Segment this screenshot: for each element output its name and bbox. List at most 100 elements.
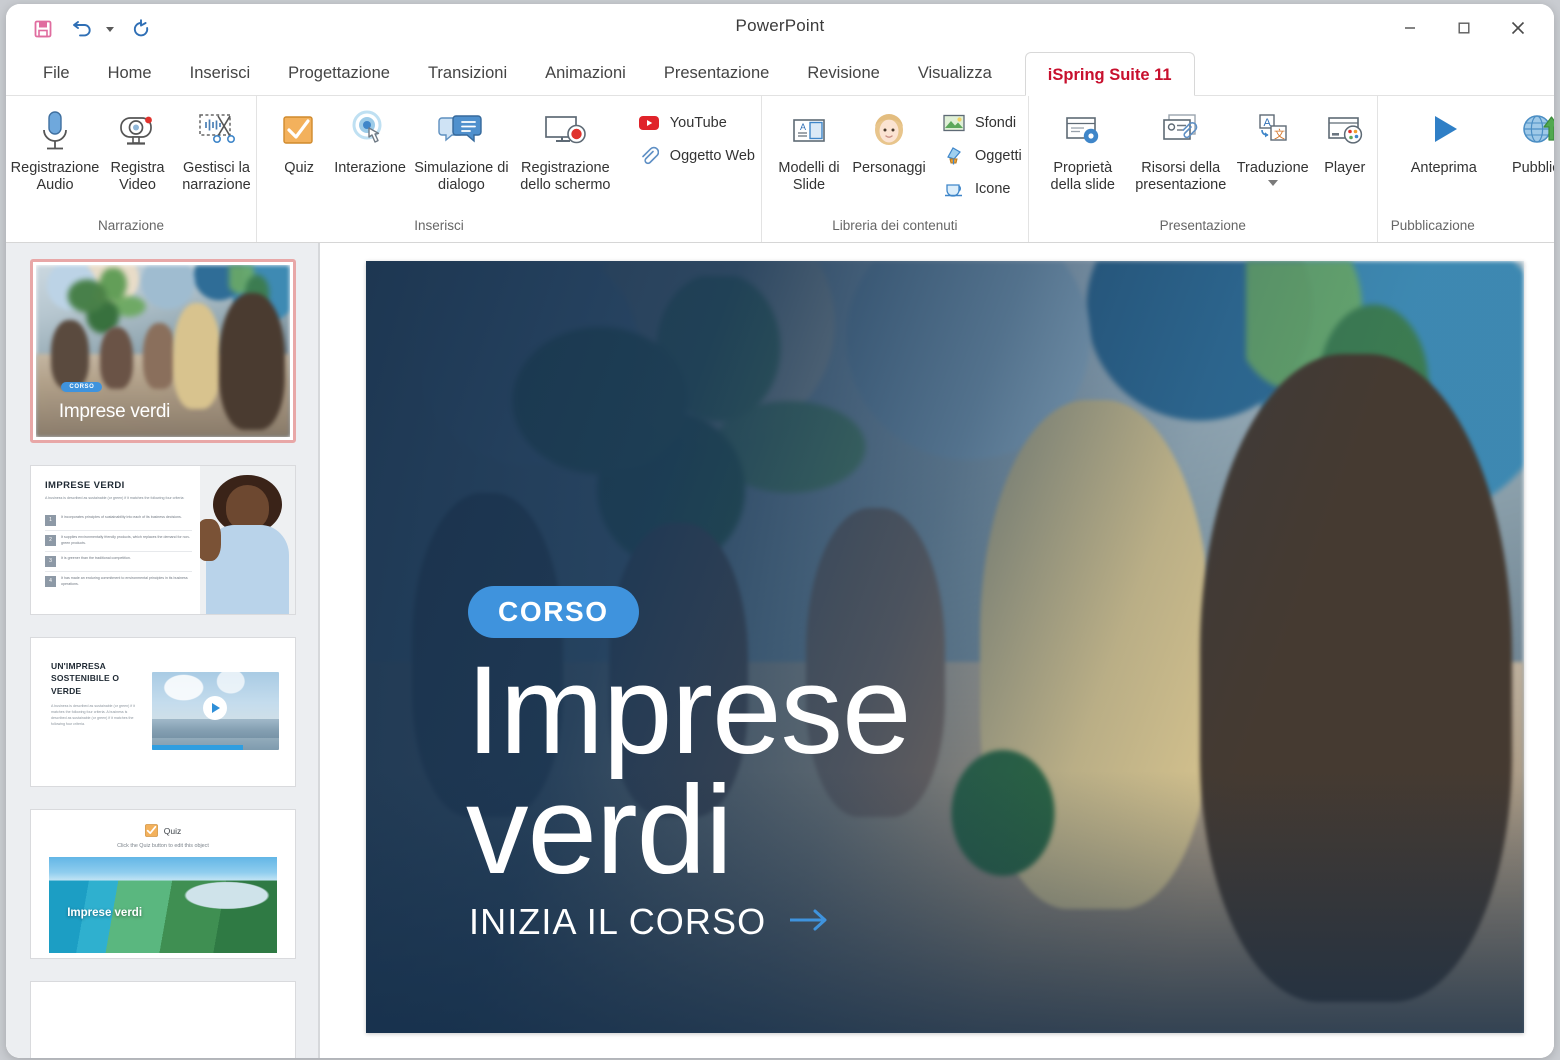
play-icon	[203, 696, 227, 720]
slide-thumbnail-3[interactable]: UN'IMPRESA SOSTENIBILE O VERDE A busines…	[30, 637, 296, 787]
button-oggetto-web[interactable]: Oggetto Web	[637, 145, 761, 167]
webcam-icon	[115, 105, 161, 157]
item-number: 3	[45, 556, 56, 567]
youtube-icon	[637, 112, 661, 134]
tab-ispring-suite-11[interactable]: iSpring Suite 11	[1025, 52, 1195, 96]
slide3-mini-art: UN'IMPRESA SOSTENIBILE O VERDE A busines…	[31, 638, 295, 786]
slide-thumbnail-2[interactable]: IMPRESE VERDI A business is described as…	[30, 465, 296, 615]
svg-text:A: A	[800, 122, 806, 132]
tab-visualizza[interactable]: Visualizza	[899, 51, 1011, 95]
button-label: Traduzione	[1237, 160, 1309, 177]
button-label: Interazione	[334, 160, 406, 177]
powerpoint-window: PowerPoint File Home Inserisci Progettaz…	[6, 4, 1554, 1058]
slide-thumbnail-5[interactable]	[30, 981, 296, 1058]
maximize-icon[interactable]	[1442, 12, 1486, 44]
microphone-icon	[34, 105, 76, 157]
button-oggetti[interactable]: Oggetti	[942, 145, 1028, 167]
slide-thumbnail-pane[interactable]: CORSO Imprese verdi IMPRESE VERDI A busi…	[6, 243, 318, 1058]
button-gestisci-la-narrazione[interactable]: Gestisci la narrazione	[177, 105, 256, 194]
button-pubblica[interactable]: Pubblica	[1492, 105, 1554, 177]
item-text: It is greener than the traditional compe…	[61, 556, 131, 562]
slide2-item-list: 1 It incorporates principles of sustaina…	[45, 511, 192, 592]
list-item: 3 It is greener than the traditional com…	[45, 552, 192, 572]
button-label: Sfondi	[975, 115, 1016, 131]
item-number: 2	[45, 535, 56, 546]
window-controls	[1388, 12, 1540, 44]
button-label: Anteprima	[1411, 160, 1477, 177]
list-item: 4 It has made an enduring commitment to …	[45, 572, 192, 592]
slide3-paragraph: A business is described as sustainable (…	[51, 703, 142, 727]
button-simulazione-di-dialogo[interactable]: Simulazione di dialogo	[411, 105, 512, 194]
group-title: Narrazione	[6, 216, 256, 242]
slide-thumbnail-list: CORSO Imprese verdi IMPRESE VERDI A busi…	[6, 243, 318, 1058]
button-registra-video[interactable]: Registra Video	[98, 105, 177, 194]
button-icone[interactable]: Icone	[942, 178, 1028, 200]
tab-inserisci[interactable]: Inserisci	[171, 51, 270, 95]
button-label: Registrazione Audio	[11, 160, 100, 194]
slide-properties-gear-icon	[1060, 105, 1106, 157]
button-quiz[interactable]: Quiz	[269, 105, 329, 177]
slide-thumbnail-canvas: CORSO Imprese verdi	[36, 265, 290, 437]
slide-title-line1: Imprese	[466, 651, 1277, 771]
button-label: Oggetto Web	[670, 148, 755, 164]
slide2-subtitle: A business is described as sustainable (…	[45, 496, 192, 502]
button-label: Registra Video	[100, 160, 175, 194]
button-label: Proprietà della slide	[1039, 160, 1127, 194]
button-player[interactable]: Player	[1313, 105, 1377, 177]
chevron-down-icon[interactable]	[1268, 180, 1278, 186]
inserisci-small-buttons: YouTube Oggetto Web	[637, 105, 761, 167]
list-item: 1 It incorporates principles of sustaina…	[45, 511, 192, 531]
close-icon[interactable]	[1496, 12, 1540, 44]
button-registrazione-dello-schermo[interactable]: Registrazione dello schermo	[512, 105, 619, 194]
tab-animazioni[interactable]: Animazioni	[526, 51, 645, 95]
ribbon-group-inserisci: Quiz Interazione	[256, 96, 761, 242]
tab-progettazione[interactable]: Progettazione	[269, 51, 409, 95]
slide-thumbnail-4[interactable]: Quiz Click the Quiz button to edit this …	[30, 809, 296, 959]
tab-presentazione[interactable]: Presentazione	[645, 51, 789, 95]
slide-thumbnail-canvas: IMPRESE VERDI A business is described as…	[31, 466, 295, 614]
slide-cta[interactable]: INIZIA IL CORSO	[469, 901, 832, 943]
slide-editor-pane[interactable]: CORSO Imprese verdi INIZIA IL CORSO	[320, 243, 1554, 1058]
slide-template-icon: A	[787, 105, 831, 157]
button-modelli-di-slide[interactable]: A Modelli di Slide	[772, 105, 846, 194]
button-label: Registrazione dello schermo	[514, 160, 617, 194]
translate-icon: A 文	[1250, 105, 1296, 157]
button-label: Quiz	[284, 160, 314, 177]
slide-thumbnail-1[interactable]: CORSO Imprese verdi	[30, 259, 296, 443]
button-traduzione[interactable]: A 文 Traduzione	[1233, 105, 1313, 186]
tab-revisione[interactable]: Revisione	[788, 51, 898, 95]
button-label: Modelli di Slide	[774, 160, 844, 194]
button-youtube[interactable]: YouTube	[637, 112, 761, 134]
button-label: Gestisci la narrazione	[179, 160, 254, 194]
arrow-right-icon	[788, 907, 832, 938]
resources-attachment-icon	[1158, 105, 1204, 157]
globe-upload-icon	[1517, 105, 1554, 157]
minimize-icon[interactable]	[1388, 12, 1432, 44]
button-risorsi-della-presentazione[interactable]: Risorsi della presentazione	[1129, 105, 1233, 194]
tab-home[interactable]: Home	[89, 51, 171, 95]
button-label: Oggetti	[975, 148, 1022, 164]
button-interazione[interactable]: Interazione	[329, 105, 411, 177]
tab-transizioni[interactable]: Transizioni	[409, 51, 526, 95]
slide-badge-corso: CORSO	[468, 586, 639, 638]
button-label: Risorsi della presentazione	[1131, 160, 1231, 194]
button-registrazione-audio[interactable]: Registrazione Audio	[12, 105, 98, 194]
button-sfondi[interactable]: Sfondi	[942, 112, 1028, 134]
slide-cta-label: INIZIA IL CORSO	[469, 901, 766, 943]
libreria-small-buttons: Sfondi Oggetti Icone	[942, 105, 1028, 200]
scissors-waveform-icon	[194, 105, 240, 157]
slide-title: Imprese verdi	[466, 651, 1277, 891]
ribbon-group-narrazione: Registrazione Audio Registra Video	[6, 96, 256, 242]
button-personaggi[interactable]: Personaggi	[846, 105, 932, 177]
button-proprieta-della-slide[interactable]: Proprietà della slide	[1037, 105, 1129, 194]
lamp-icon	[942, 145, 966, 167]
slide1-badge: CORSO	[61, 382, 102, 392]
item-text: It incorporates principles of sustainabi…	[61, 515, 182, 521]
tab-file[interactable]: File	[24, 51, 89, 95]
button-anteprima[interactable]: Anteprima	[1396, 105, 1492, 177]
current-slide[interactable]: CORSO Imprese verdi INIZIA IL CORSO	[366, 261, 1524, 1033]
speech-bubbles-icon	[437, 105, 485, 157]
play-triangle-icon	[1421, 105, 1467, 157]
cup-icon	[942, 178, 966, 200]
group-title: Pubblicazione	[1378, 216, 1554, 242]
